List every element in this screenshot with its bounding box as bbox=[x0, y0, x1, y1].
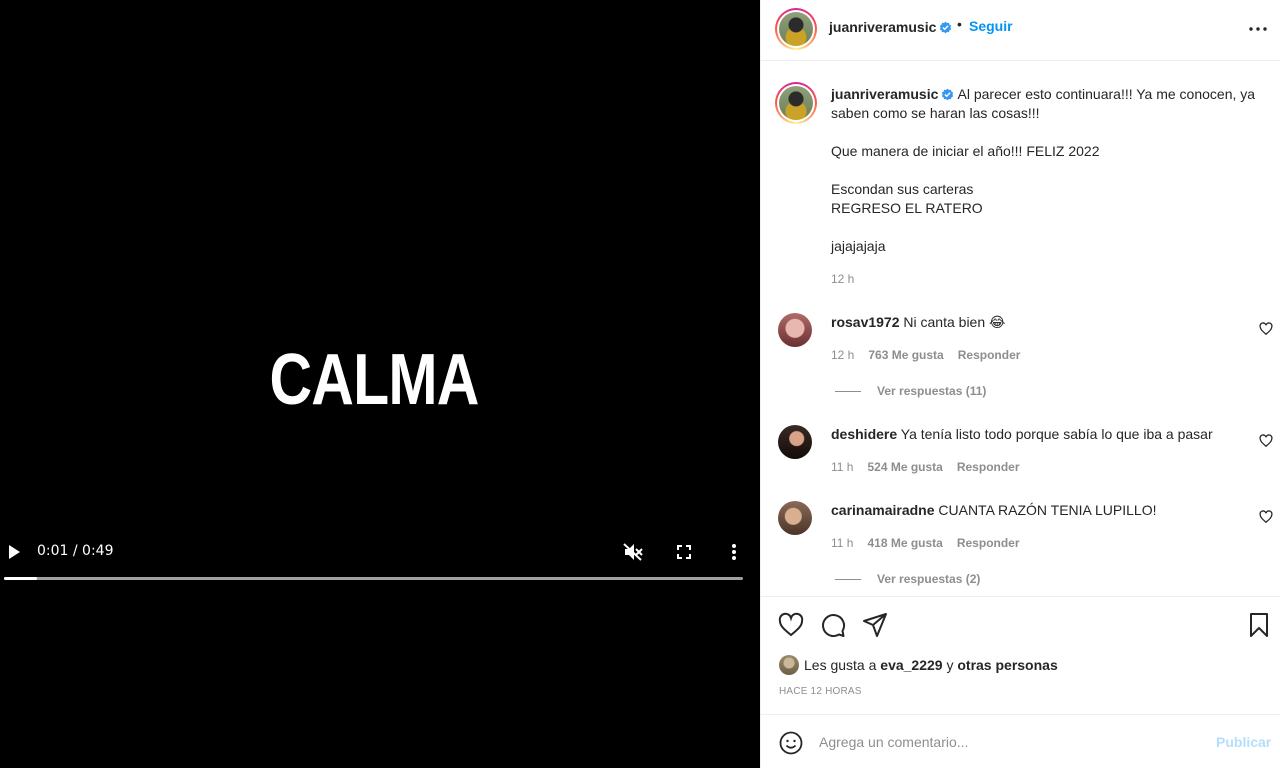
comments-scroll-area[interactable]: juanriveramusic Al parecer esto continua… bbox=[761, 61, 1280, 596]
reply-button[interactable]: Responder bbox=[957, 460, 1020, 474]
author-username[interactable]: juanriveramusic bbox=[829, 19, 936, 35]
commenter-avatar[interactable] bbox=[778, 313, 812, 347]
fullscreen-icon bbox=[677, 545, 691, 559]
fullscreen-button[interactable] bbox=[673, 537, 695, 567]
caption-username[interactable]: juanriveramusic bbox=[831, 86, 938, 102]
view-replies-button[interactable]: Ver respuestas (2) bbox=[835, 572, 980, 586]
play-icon bbox=[9, 545, 20, 559]
verified-badge-icon bbox=[940, 21, 952, 33]
view-replies-label: Ver respuestas (11) bbox=[877, 384, 987, 398]
reply-button[interactable]: Responder bbox=[957, 536, 1020, 550]
comment-body: deshidere Ya tenía listo todo porque sab… bbox=[831, 425, 1241, 443]
video-more-button[interactable] bbox=[724, 537, 744, 567]
volume-muted-icon bbox=[623, 543, 643, 561]
post-date: HACE 12 HORAS bbox=[779, 686, 862, 697]
heart-outline-icon[interactable] bbox=[1259, 510, 1273, 524]
likes-joiner: y bbox=[946, 657, 954, 673]
post-caption: juanriveramusic Al parecer esto continua… bbox=[831, 85, 1271, 256]
post-actions: Les gusta a eva_2229 y otras personas HA… bbox=[761, 596, 1280, 714]
post-options-button[interactable] bbox=[1247, 18, 1269, 40]
commenter-username[interactable]: rosav1972 bbox=[831, 314, 900, 330]
comment-body: rosav1972 Ni canta bien 😂 bbox=[831, 313, 1241, 331]
view-replies-button[interactable]: Ver respuestas (11) bbox=[835, 384, 986, 398]
liker-avatar[interactable] bbox=[779, 655, 799, 675]
video-player[interactable]: CALMA 0:01 / 0:49 bbox=[0, 0, 760, 768]
caption-author-avatar[interactable] bbox=[775, 82, 817, 124]
comment-likes[interactable]: 524 Me gusta bbox=[867, 460, 942, 474]
view-replies-label: Ver respuestas (2) bbox=[877, 572, 981, 586]
play-button[interactable] bbox=[4, 537, 24, 567]
author-avatar[interactable] bbox=[775, 8, 817, 50]
heart-outline-icon[interactable] bbox=[1259, 322, 1273, 336]
commenter-username[interactable]: carinamairadne bbox=[831, 502, 935, 518]
add-comment-bar: Publicar bbox=[761, 714, 1280, 768]
more-horizontal-icon bbox=[1249, 27, 1267, 31]
likes-prefix: Les gusta a bbox=[804, 657, 877, 673]
comment-text: Ni canta bien 😂 bbox=[903, 314, 1006, 330]
video-controls: 0:01 / 0:49 bbox=[0, 537, 748, 567]
comment-meta: 11 h 418 Me gusta Responder bbox=[831, 536, 1020, 550]
follow-button[interactable]: Seguir bbox=[969, 18, 1013, 34]
video-time: 0:01 / 0:49 bbox=[37, 543, 114, 559]
author-name-group: juanriveramusic bbox=[829, 19, 952, 35]
mute-button[interactable] bbox=[622, 537, 644, 567]
post-header: juanriveramusic • Seguir bbox=[761, 0, 1280, 61]
comment-text: CUANTA RAZÓN TENIA LUPILLO! bbox=[938, 502, 1157, 518]
commenter-avatar[interactable] bbox=[778, 501, 812, 535]
bookmark-icon[interactable] bbox=[1245, 611, 1273, 639]
video-overlay-text: CALMA bbox=[269, 340, 479, 420]
caption-line: Que manera de iniciar el año!!! FELIZ 20… bbox=[831, 143, 1100, 159]
comment-meta: 11 h 524 Me gusta Responder bbox=[831, 460, 1020, 474]
likes-others-link[interactable]: otras personas bbox=[957, 657, 1057, 673]
like-heart-icon[interactable] bbox=[777, 611, 805, 639]
more-vertical-icon bbox=[732, 544, 736, 560]
liker-username[interactable]: eva_2229 bbox=[880, 657, 942, 673]
comment-meta: 12 h 763 Me gusta Responder bbox=[831, 348, 1020, 362]
likes-summary: Les gusta a eva_2229 y otras personas bbox=[779, 655, 1058, 675]
comment-likes[interactable]: 763 Me gusta bbox=[868, 348, 943, 362]
comment-time: 11 h bbox=[831, 536, 854, 550]
comment-text: Ya tenía listo todo porque sabía lo que … bbox=[900, 426, 1213, 442]
video-progress-fill bbox=[4, 577, 38, 580]
share-paper-plane-icon[interactable] bbox=[861, 611, 889, 639]
post-panel: juanriveramusic • Seguir juanriveramusic… bbox=[760, 0, 1280, 768]
comment-body: carinamairadne CUANTA RAZÓN TENIA LUPILL… bbox=[831, 501, 1241, 519]
caption-timestamp: 12 h bbox=[831, 272, 855, 286]
reply-button[interactable]: Responder bbox=[958, 348, 1021, 362]
caption-line: REGRESO EL RATERO bbox=[831, 200, 983, 216]
caption-line: Escondan sus carteras bbox=[831, 181, 974, 197]
commenter-avatar[interactable] bbox=[778, 425, 812, 459]
video-progress-bar[interactable] bbox=[4, 577, 743, 580]
comment-time: 11 h bbox=[831, 460, 854, 474]
emoji-icon[interactable] bbox=[779, 731, 803, 755]
heart-outline-icon[interactable] bbox=[1259, 434, 1273, 448]
comment-input[interactable] bbox=[819, 731, 1199, 753]
comment-bubble-icon[interactable] bbox=[819, 611, 847, 639]
caption-line: jajajajaja bbox=[831, 238, 886, 254]
commenter-username[interactable]: deshidere bbox=[831, 426, 897, 442]
verified-badge-icon bbox=[942, 88, 954, 101]
publish-button[interactable]: Publicar bbox=[1216, 734, 1271, 750]
header-separator: • bbox=[957, 16, 962, 32]
comment-time: 12 h bbox=[831, 348, 855, 362]
comment-likes[interactable]: 418 Me gusta bbox=[867, 536, 942, 550]
